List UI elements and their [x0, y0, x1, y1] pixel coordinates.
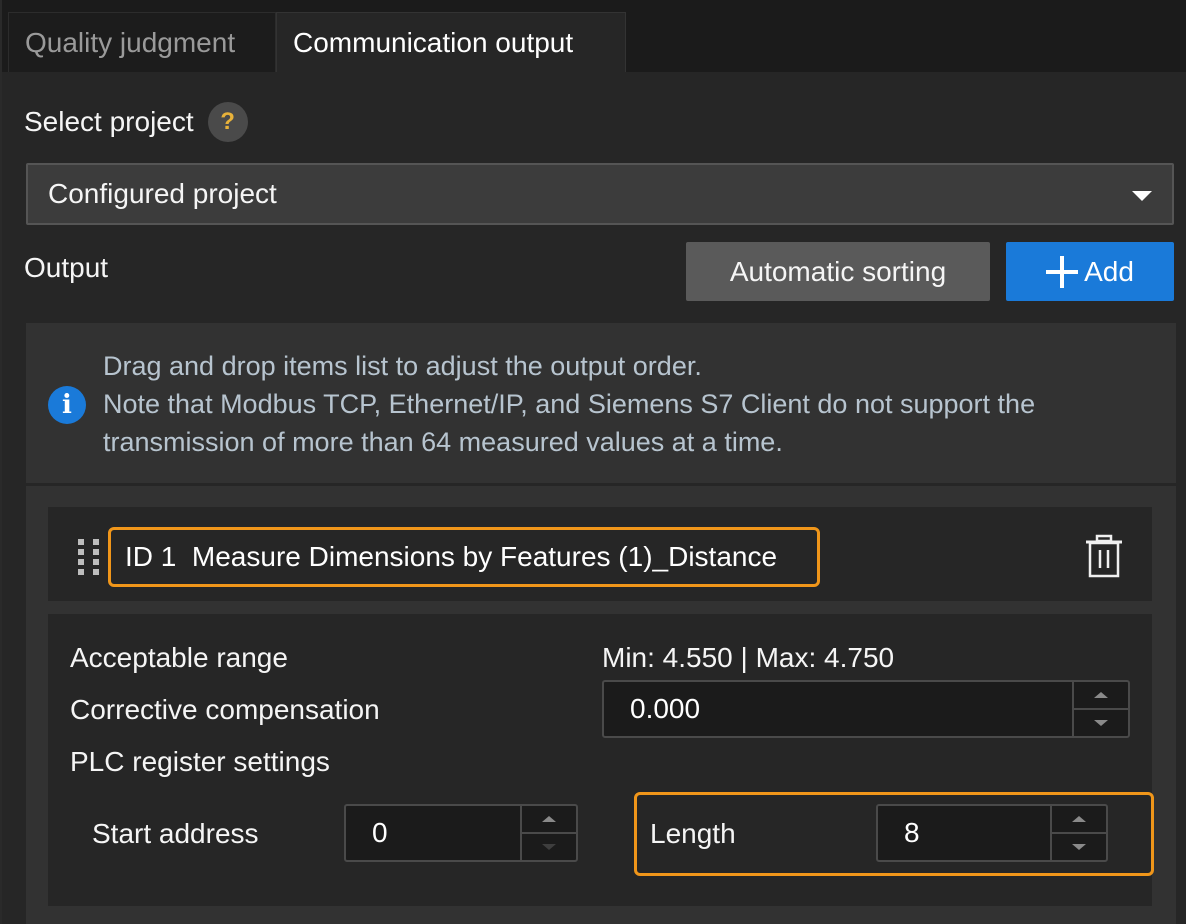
drag-handle-icon[interactable]	[78, 539, 102, 575]
corrective-compensation-spinbox[interactable]: 0.000	[602, 680, 1130, 738]
corrective-compensation-label: Corrective compensation	[70, 694, 380, 725]
output-item-title-text: ID 1 Measure Dimensions by Features (1)_…	[125, 541, 778, 572]
add-button[interactable]: Add	[1006, 242, 1174, 301]
add-button-label: Add	[1084, 255, 1134, 287]
increment-button[interactable]	[1052, 806, 1106, 834]
acceptable-range-value: Min: 4.550 | Max: 4.750	[602, 642, 895, 673]
plus-icon	[1046, 255, 1079, 288]
info-banner: i Drag and drop items list to adjust the…	[26, 323, 1176, 483]
automatic-sorting-button[interactable]: Automatic sorting	[686, 242, 990, 301]
start-address-spinbox[interactable]: 0	[344, 804, 578, 862]
communication-output-window: Quality judgment Communication output Se…	[0, 0, 1186, 924]
divider	[26, 483, 1176, 486]
project-dropdown[interactable]: Configured project	[26, 163, 1174, 225]
increment-button[interactable]	[522, 806, 576, 834]
arrow-down-icon	[1072, 844, 1086, 850]
decrement-button[interactable]	[522, 834, 576, 860]
tab-bar: Quality judgment Communication output	[8, 12, 626, 72]
plc-register-settings-label: PLC register settings	[70, 746, 330, 777]
project-dropdown-value: Configured project	[48, 178, 277, 209]
trash-icon[interactable]	[1084, 534, 1124, 578]
info-line-2: Note that Modbus TCP, Ethernet/IP, and S…	[103, 389, 1036, 419]
start-address-label: Start address	[92, 818, 259, 849]
arrow-up-icon	[1072, 816, 1086, 822]
output-item-settings: Acceptable range Min: 4.550 | Max: 4.750…	[48, 614, 1154, 906]
decrement-button[interactable]	[1074, 710, 1128, 736]
info-line-3: transmission of more than 64 measured va…	[103, 427, 783, 457]
arrow-down-icon	[1094, 720, 1108, 726]
select-project-row: Select project ?	[24, 102, 248, 142]
length-label: Length	[650, 818, 736, 849]
arrow-up-icon	[1094, 692, 1108, 698]
output-list: i Drag and drop items list to adjust the…	[26, 323, 1176, 924]
output-item-title: ID 1 Measure Dimensions by Features (1)_…	[108, 527, 820, 587]
info-icon: i	[48, 386, 86, 424]
output-item-header[interactable]: ID 1 Measure Dimensions by Features (1)_…	[48, 507, 1152, 601]
info-line-1: Drag and drop items list to adjust the o…	[103, 351, 702, 381]
info-text: Drag and drop items list to adjust the o…	[103, 347, 1035, 461]
select-project-label: Select project	[24, 106, 194, 137]
tab-quality-judgment[interactable]: Quality judgment	[8, 12, 276, 72]
decrement-button[interactable]	[1052, 834, 1106, 860]
arrow-down-icon	[542, 844, 556, 850]
arrow-up-icon	[542, 816, 556, 822]
acceptable-range-label: Acceptable range	[70, 642, 288, 673]
output-label: Output	[24, 252, 109, 283]
increment-button[interactable]	[1074, 682, 1128, 710]
caret-down-icon	[1132, 191, 1152, 201]
length-spinbox[interactable]: 8	[876, 804, 1108, 862]
corrective-compensation-input[interactable]: 0.000	[604, 693, 1128, 725]
tab-communication-output[interactable]: Communication output	[276, 12, 626, 72]
question-mark-icon[interactable]: ?	[207, 102, 248, 142]
